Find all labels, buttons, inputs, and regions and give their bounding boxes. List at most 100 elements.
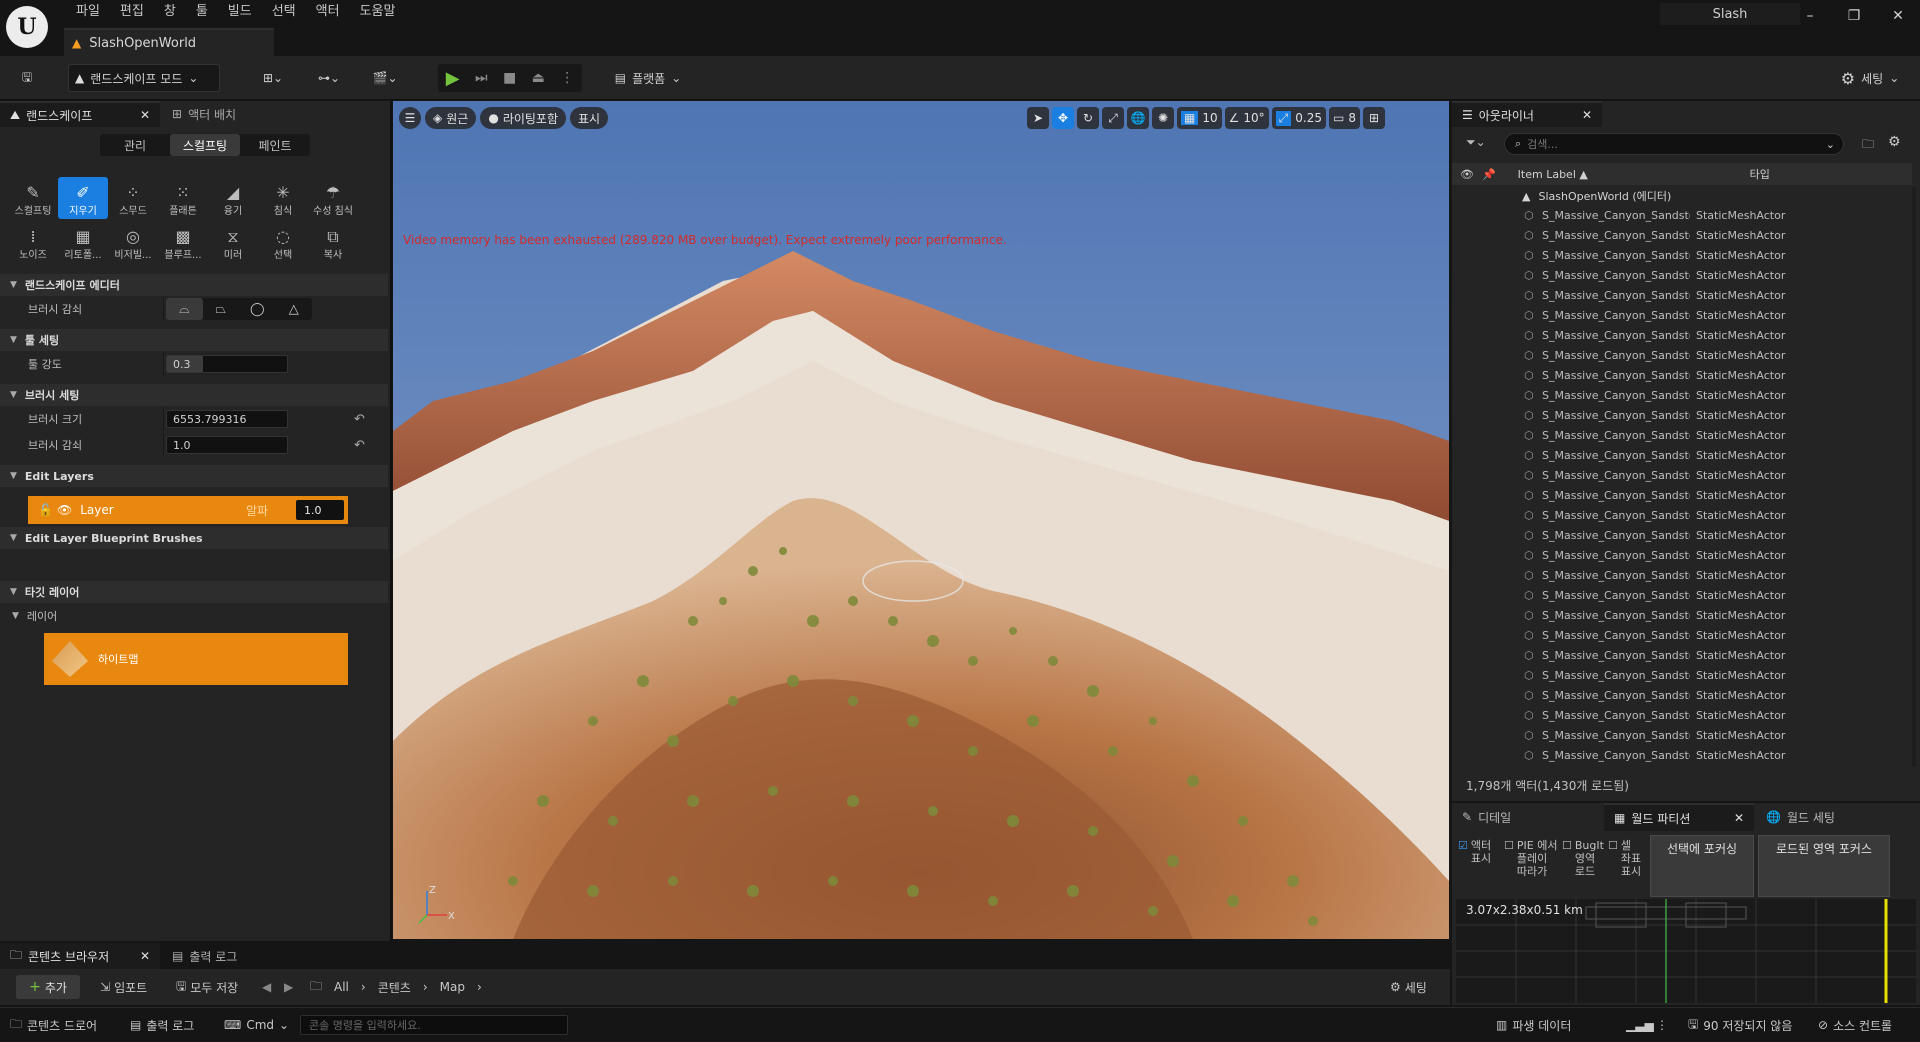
- folder-icon[interactable]: 🗀: [310, 975, 322, 999]
- linear-falloff-icon[interactable]: ⏢: [203, 298, 240, 320]
- content-settings-button[interactable]: ⚙ 세팅: [1390, 975, 1427, 999]
- focus-loaded-button[interactable]: 로드된 영역 포커스: [1758, 835, 1890, 897]
- document-tab[interactable]: ▲ SlashOpenWorld: [64, 28, 274, 56]
- camera-speed-button[interactable]: ▭ 8: [1329, 107, 1360, 129]
- world-partition-minimap[interactable]: 3.07x2.38x0.51 km: [1456, 899, 1916, 1003]
- tool-flatten[interactable]: ⁙ 플래튼: [158, 177, 208, 219]
- select-mode-icon[interactable]: ➤: [1027, 107, 1049, 129]
- tool-strength-slider[interactable]: 0.3: [166, 355, 288, 373]
- type-header[interactable]: 타입: [1750, 166, 1770, 182]
- import-button[interactable]: ⇲ 임포트: [100, 975, 147, 999]
- outliner-row[interactable]: ⬡ S_Massive_Canyon_Sandstone_Cliff_vjr Sta…: [1452, 345, 1908, 365]
- outliner-row[interactable]: ⬡ S_Massive_Canyon_Sandstone_Cliff_vjr Sta…: [1452, 605, 1908, 625]
- tool-mirror[interactable]: ⧖ 미러: [208, 221, 258, 263]
- outliner-row[interactable]: ⬡ S_Massive_Canyon_Sandstone_Cliff_vjr Sta…: [1452, 205, 1908, 225]
- breadcrumb-all[interactable]: All: [334, 980, 349, 994]
- close-icon[interactable]: ✕: [1876, 0, 1920, 32]
- show-button[interactable]: 표시: [570, 107, 609, 129]
- gear-icon[interactable]: ⚙: [1888, 134, 1901, 150]
- back-icon[interactable]: ◀: [262, 975, 271, 999]
- derived-data-button[interactable]: ▥ 파생 데이터: [1496, 1008, 1571, 1042]
- tab-world-settings[interactable]: 🌐 월드 세팅: [1756, 803, 1906, 831]
- outliner-row[interactable]: ⬡ S_Massive_Canyon_Sandstone_Cliff_vjr Sta…: [1452, 545, 1908, 565]
- scale-snap-button[interactable]: ⤢ 0.25: [1271, 107, 1326, 129]
- play-icon[interactable]: ▶: [446, 68, 460, 89]
- outliner-row[interactable]: ⬡ S_Massive_Canyon_Sandstone_Cliff_vjr Sta…: [1452, 225, 1908, 245]
- outliner-row[interactable]: ⬡ S_Massive_Canyon_Sandstone_Cliff_vjr Sta…: [1452, 385, 1908, 405]
- outliner-row[interactable]: ⬡ S_Massive_Canyon_Sandstone_Cliff_vjr Sta…: [1452, 265, 1908, 285]
- stop-icon[interactable]: ■: [503, 70, 516, 86]
- tool-retopologize[interactable]: ▦ 리토폴...: [58, 221, 108, 263]
- brush-falloff-input[interactable]: 1.0: [166, 436, 288, 454]
- menu-actor[interactable]: 액터: [306, 2, 350, 22]
- settings-button[interactable]: ⚙ 세팅 ⌄: [1832, 64, 1908, 92]
- section-target-layers[interactable]: ▼ 타깃 레이어: [0, 581, 388, 603]
- tool-sculpt[interactable]: ✎ 스컬프팅: [8, 177, 58, 219]
- outliner-scrollbar[interactable]: [1912, 187, 1916, 857]
- edit-layer-row[interactable]: 🔓 👁 Layer 알파 1.0: [28, 496, 348, 524]
- tab-outliner[interactable]: ☰ 아웃라이너 ✕: [1452, 101, 1602, 127]
- tab-landscape[interactable]: ⛰ 랜드스케이프 ✕: [0, 101, 160, 127]
- visibility-column-icon[interactable]: 👁: [1460, 168, 1474, 181]
- chevron-right-icon[interactable]: ›: [361, 980, 366, 994]
- menu-window[interactable]: 창: [154, 2, 186, 22]
- caret-down-icon[interactable]: ▼: [12, 611, 19, 621]
- eject-icon[interactable]: ⏏: [532, 70, 545, 86]
- tab-place-actors[interactable]: ⊞ 액터 배치: [162, 101, 282, 127]
- outliner-row[interactable]: ⬡ S_Massive_Canyon_Sandstone_Cliff_vjr Sta…: [1452, 505, 1908, 525]
- blueprint-button[interactable]: ⊶⌄: [308, 64, 350, 92]
- scale-icon[interactable]: ⤢: [1102, 107, 1124, 129]
- maximize-viewport-icon[interactable]: ⊞: [1362, 107, 1385, 129]
- section-tool-settings[interactable]: ▼ 툴 세팅: [0, 329, 388, 351]
- lock-icon[interactable]: 🔓: [38, 503, 53, 517]
- breadcrumb-map[interactable]: Map: [440, 980, 465, 994]
- unreal-logo-icon[interactable]: U: [6, 6, 48, 48]
- breadcrumb-content[interactable]: 콘텐츠: [378, 979, 411, 996]
- tool-visibility[interactable]: ◎ 비저빌...: [108, 221, 158, 263]
- output-log-button[interactable]: ▤ 출력 로그: [130, 1008, 194, 1042]
- world-local-icon[interactable]: 🌐: [1127, 107, 1149, 129]
- platforms-button[interactable]: ▤ 플랫폼 ⌄: [608, 64, 688, 92]
- outliner-row[interactable]: ⬡ S_Massive_Canyon_Sandstone_Cliff_vjr Sta…: [1452, 485, 1908, 505]
- outliner-row[interactable]: ⬡ S_Massive_Canyon_Sandstone_Cliff_vjr Sta…: [1452, 445, 1908, 465]
- more-options-icon[interactable]: ⋮: [1656, 1008, 1668, 1042]
- outliner-row[interactable]: ⬡ S_Massive_Canyon_Sandstone_Cliff_vjr Sta…: [1452, 665, 1908, 685]
- more-options-icon[interactable]: ⋮: [560, 70, 574, 86]
- cell-coords-checkbox[interactable]: ☐ 셀 좌표 표시: [1606, 835, 1646, 897]
- maximize-icon[interactable]: ❐: [1832, 0, 1876, 32]
- outliner-row[interactable]: ⬡ S_Massive_Canyon_Sandstone_Cliff_vjr Sta…: [1452, 745, 1908, 765]
- outliner-row[interactable]: ⬡ S_Massive_Canyon_Sandstone_Cliff_vjr Sta…: [1452, 425, 1908, 445]
- tool-select[interactable]: ◌ 선택: [258, 221, 308, 263]
- heightmap-layer-tile[interactable]: 하이트맵: [44, 633, 348, 685]
- segment-paint[interactable]: 페인트: [240, 134, 310, 156]
- rotate-icon[interactable]: ↻: [1077, 107, 1099, 129]
- outliner-row[interactable]: ⬡ S_Massive_Canyon_Sandstone_Cliff_vjr Sta…: [1452, 325, 1908, 345]
- tab-details[interactable]: ✎ 디테일: [1452, 803, 1602, 831]
- close-tab-icon[interactable]: ✕: [140, 108, 150, 122]
- mode-select[interactable]: ▲ 랜드스케이프 모드 ⌄: [68, 64, 220, 92]
- outliner-row[interactable]: ⬡ S_Massive_Canyon_Sandstone_Cliff_vjr Sta…: [1452, 705, 1908, 725]
- rotation-snap-button[interactable]: ∠ 10°: [1224, 107, 1269, 129]
- save-button[interactable]: 🖫: [12, 64, 42, 92]
- chevron-right-icon[interactable]: ›: [423, 980, 428, 994]
- outliner-row[interactable]: ⬡ S_Massive_Canyon_Sandstone_Cliff_vjr Sta…: [1452, 245, 1908, 265]
- menu-help[interactable]: 도움말: [350, 2, 406, 22]
- source-control-button[interactable]: ⊘ 소스 컨트롤: [1818, 1008, 1892, 1042]
- outliner-row[interactable]: ⬡ S_Massive_Canyon_Sandstone_Cliff_vjr Sta…: [1452, 405, 1908, 425]
- menu-tools[interactable]: 툴: [186, 2, 218, 22]
- outliner-row[interactable]: ⬡ S_Massive_Canyon_Sandstone_Cliff_vjr Sta…: [1452, 685, 1908, 705]
- follow-pie-checkbox[interactable]: ☐ PIE 에서 플레이 따라가: [1502, 835, 1560, 897]
- outliner-root-row[interactable]: ▲ SlashOpenWorld (에디터): [1452, 187, 1908, 205]
- add-button[interactable]: + 추가: [16, 975, 80, 999]
- outliner-search-input[interactable]: ⌕ 검색... ⌄: [1504, 133, 1844, 155]
- save-all-button[interactable]: 🖫 모두 저장: [176, 975, 238, 999]
- cmd-selector[interactable]: ⌨ Cmd ⌄: [224, 1008, 289, 1042]
- viewport-menu-icon[interactable]: ☰: [399, 107, 421, 129]
- content-drawer-button[interactable]: 🗀 콘텐츠 드로어: [10, 1008, 97, 1042]
- section-landscape-editor[interactable]: ▼ 랜드스케이프 에디터: [0, 274, 388, 296]
- segment-sculpt[interactable]: 스컬프팅: [170, 134, 240, 156]
- bugit-checkbox[interactable]: ☐ BugIt 영역 로드: [1560, 835, 1606, 897]
- menu-file[interactable]: 파일: [66, 2, 110, 22]
- reset-arrow-icon[interactable]: ↶: [354, 412, 365, 427]
- menu-edit[interactable]: 편집: [110, 2, 154, 22]
